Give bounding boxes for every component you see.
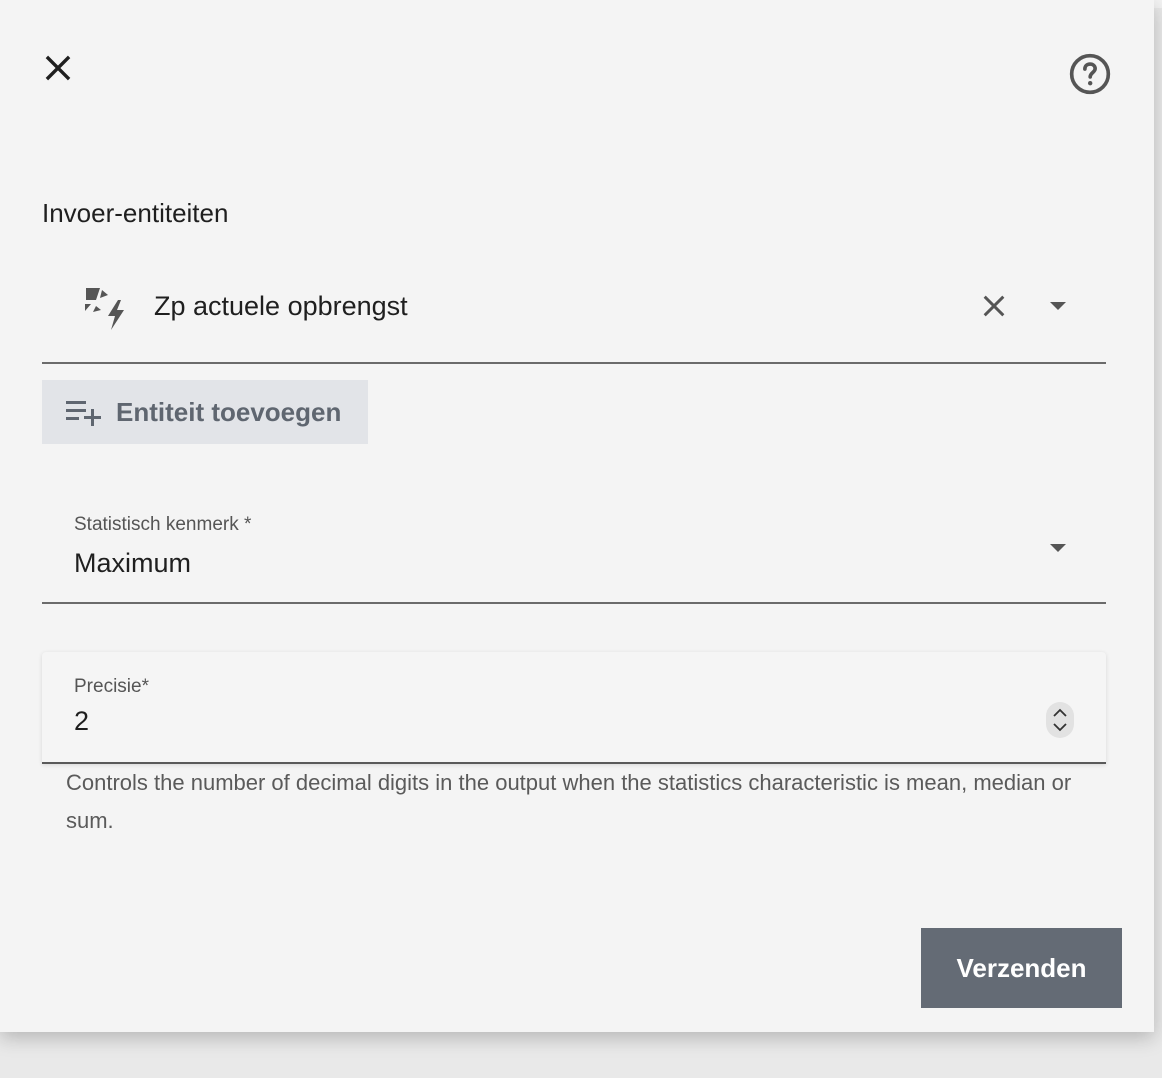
clear-entity-button[interactable] [972,286,1016,330]
chevron-down-icon[interactable] [1052,722,1068,732]
characteristic-value: Maximum [74,548,192,578]
characteristic-select[interactable]: Statistisch kenmerk * Maximum [42,494,1106,604]
number-spinner[interactable] [1046,702,1074,738]
entity-name: Zp actuele opbrengst [154,291,408,321]
entity-picker[interactable]: Zp actuele opbrengst [42,264,1106,364]
characteristic-label: Statistisch kenmerk * [74,514,252,535]
precision-field[interactable]: Precisie* 2 [42,652,1106,764]
entities-section-label: Invoer-entiteiten [42,198,229,228]
playlist-add-icon [64,397,104,427]
add-entity-button[interactable]: Entiteit toevoegen [42,380,368,444]
precision-label: Precisie* [74,676,149,697]
help-button[interactable] [1066,52,1114,100]
precision-input[interactable]: 2 [74,706,89,737]
solar-power-icon [82,286,128,330]
close-button[interactable] [36,48,80,92]
dialog-body: Invoer-entiteiten Zp actuele opbrengst E… [0,0,1154,1032]
entity-dropdown-button[interactable] [1038,288,1078,328]
caret-down-icon [1048,299,1068,317]
statistics-dialog: Invoer-entiteiten Zp actuele opbrengst E… [0,0,1154,1032]
add-entity-label: Entiteit toevoegen [116,396,342,427]
submit-button[interactable]: Verzenden [921,928,1122,1008]
help-circle-icon [1068,52,1112,101]
precision-helper-text: Controls the number of decimal digits in… [66,770,1072,833]
chevron-up-icon[interactable] [1052,708,1068,718]
caret-down-icon [1038,528,1078,568]
close-icon [41,51,75,90]
close-icon [978,290,1010,327]
